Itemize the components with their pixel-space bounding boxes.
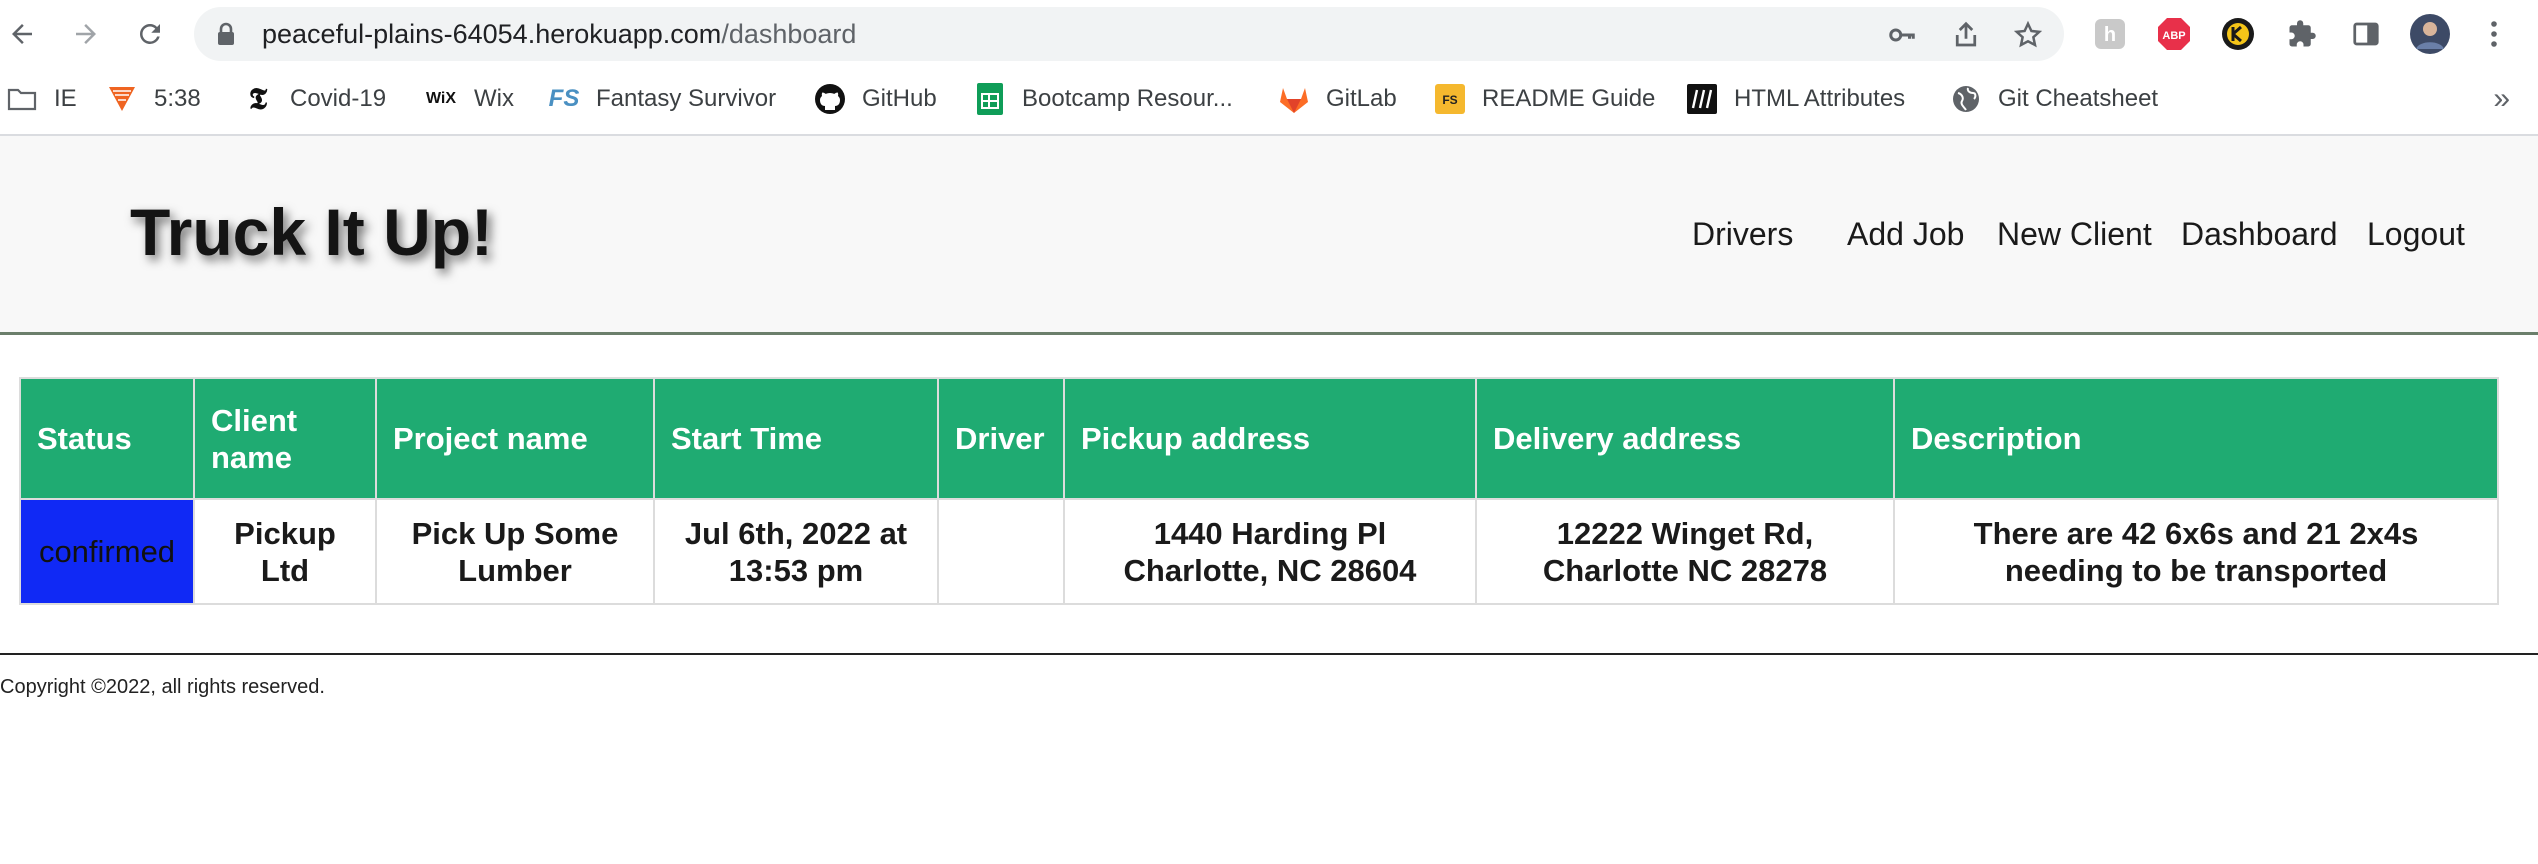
- bookmark-html-attributes[interactable]: HTML Attributes: [1686, 82, 1905, 116]
- back-icon[interactable]: [2, 14, 42, 54]
- column-header: Status: [19, 377, 195, 500]
- table-header-row: Status Client name Project name Start Ti…: [19, 377, 2499, 500]
- bookmark-readme-guide[interactable]: FS README Guide: [1434, 82, 1655, 116]
- bookmark-label: IE: [54, 85, 77, 112]
- bookmark-label: GitLab: [1326, 85, 1397, 112]
- bookmark-label: Bootcamp Resour...: [1022, 85, 1233, 112]
- column-header: Delivery address: [1475, 377, 1895, 500]
- column-header: Start Time: [653, 377, 939, 500]
- forward-icon[interactable]: [66, 14, 106, 54]
- github-icon: [814, 83, 846, 115]
- column-header: Pickup address: [1063, 377, 1477, 500]
- nav-add-job[interactable]: Add Job: [1847, 216, 1964, 253]
- lock-icon: [216, 22, 236, 51]
- readme-icon: FS: [1434, 83, 1466, 115]
- bookmark-label: Wix: [474, 85, 514, 112]
- html-attributes-icon: [1686, 83, 1718, 115]
- site-brand[interactable]: Truck It Up!: [130, 194, 493, 270]
- bookmark-wix[interactable]: WiX Wix: [424, 82, 514, 116]
- url-path: /dashboard: [721, 19, 857, 49]
- nyt-icon: 𝕿: [248, 81, 268, 117]
- bookmark-label: HTML Attributes: [1734, 85, 1906, 112]
- keeper-extension-icon[interactable]: [2218, 14, 2258, 54]
- globe-icon: [1950, 83, 1982, 115]
- footer-divider: [0, 653, 2538, 655]
- bookmark-label: GitHub: [862, 85, 937, 112]
- column-header: Project name: [375, 377, 655, 500]
- bookmark-label: Git Cheatsheet: [1998, 85, 2159, 112]
- status-cell: confirmed: [19, 498, 195, 605]
- bookmark-gitlab[interactable]: GitLab: [1278, 82, 1397, 116]
- side-panel-icon[interactable]: [2346, 14, 2386, 54]
- address-bar[interactable]: peaceful-plains-64054.herokuapp.com/dash…: [194, 7, 2064, 61]
- wix-icon: WiX: [425, 90, 457, 107]
- chrome-menu-icon[interactable]: [2474, 14, 2514, 54]
- column-header: Description: [1893, 377, 2499, 500]
- folder-icon: [6, 83, 38, 115]
- jobs-table: Status Client name Project name Start Ti…: [19, 377, 2499, 605]
- nav-logout[interactable]: Logout: [2367, 216, 2465, 253]
- honey-extension-icon[interactable]: h: [2090, 14, 2130, 54]
- copyright-text: Copyright ©2022, all rights reserved.: [0, 676, 325, 698]
- key-icon[interactable]: [1886, 19, 1918, 51]
- extensions-puzzle-icon[interactable]: [2282, 14, 2322, 54]
- bookmark-label: 5:38: [154, 85, 201, 112]
- nav-drivers[interactable]: Drivers: [1692, 216, 1793, 253]
- bookmark-label: Covid-19: [290, 85, 387, 112]
- svg-text:ABP: ABP: [2162, 30, 2185, 42]
- description-cell: There are 42 6x6s and 21 2x4s needing to…: [1893, 498, 2499, 605]
- bookmarks-overflow-chevron[interactable]: »: [2493, 82, 2510, 116]
- browser-toolbar: peaceful-plains-64054.herokuapp.com/dash…: [0, 0, 2538, 68]
- client-name-cell: Pickup Ltd: [193, 498, 377, 605]
- share-icon[interactable]: [1950, 19, 1982, 51]
- svg-text:h: h: [2104, 24, 2116, 46]
- fivethirtyeight-icon: [106, 83, 138, 115]
- driver-cell: [937, 498, 1065, 605]
- nav-new-client[interactable]: New Client: [1997, 216, 2152, 253]
- bookmark-label: Fantasy Survivor: [596, 85, 777, 112]
- bookmark-bootcamp-resources[interactable]: Bootcamp Resour...: [974, 82, 1233, 116]
- google-sheets-icon: [974, 83, 1006, 115]
- bookmark-git-cheatsheet[interactable]: Git Cheatsheet: [1950, 82, 2158, 116]
- reload-icon[interactable]: [130, 14, 170, 54]
- url-host: peaceful-plains-64054.herokuapp.com: [262, 19, 722, 49]
- adblock-plus-icon[interactable]: ABP: [2154, 14, 2194, 54]
- column-header: Client name: [193, 377, 377, 500]
- nav-dashboard[interactable]: Dashboard: [2181, 216, 2338, 253]
- bookmark-covid[interactable]: 𝕿 Covid-19: [242, 81, 387, 117]
- url-text[interactable]: peaceful-plains-64054.herokuapp.com/dash…: [262, 18, 856, 50]
- bookmark-star-icon[interactable]: [2012, 19, 2044, 51]
- start-time-cell: Jul 6th, 2022 at 13:53 pm: [653, 498, 939, 605]
- table-row[interactable]: confirmed Pickup Ltd Pick Up Some Lumber…: [19, 498, 2499, 605]
- bookmark-label: README Guide: [1482, 85, 1656, 112]
- fantasy-survivor-icon: FS: [548, 85, 580, 112]
- bookmark-538[interactable]: 5:38: [106, 82, 201, 116]
- bookmark-fantasy-survivor[interactable]: FS Fantasy Survivor: [548, 82, 776, 116]
- project-name-cell: Pick Up Some Lumber: [375, 498, 655, 605]
- bookmark-github[interactable]: GitHub: [814, 82, 937, 116]
- column-header: Driver: [937, 377, 1065, 500]
- profile-avatar-icon[interactable]: [2410, 14, 2450, 54]
- svg-text:FS: FS: [1442, 93, 1457, 107]
- gitlab-icon: [1278, 83, 1310, 115]
- delivery-address-cell: 12222 Winget Rd, Charlotte NC 28278: [1475, 498, 1895, 605]
- bookmarks-bar: IE 5:38 𝕿 Covid-19 WiX Wix FS Fantasy Su…: [0, 68, 2538, 136]
- pickup-address-cell: 1440 Harding Pl Charlotte, NC 28604: [1063, 498, 1477, 605]
- site-header: Truck It Up! Drivers Add Job New Client …: [0, 136, 2538, 335]
- bookmark-ie[interactable]: IE: [6, 82, 77, 116]
